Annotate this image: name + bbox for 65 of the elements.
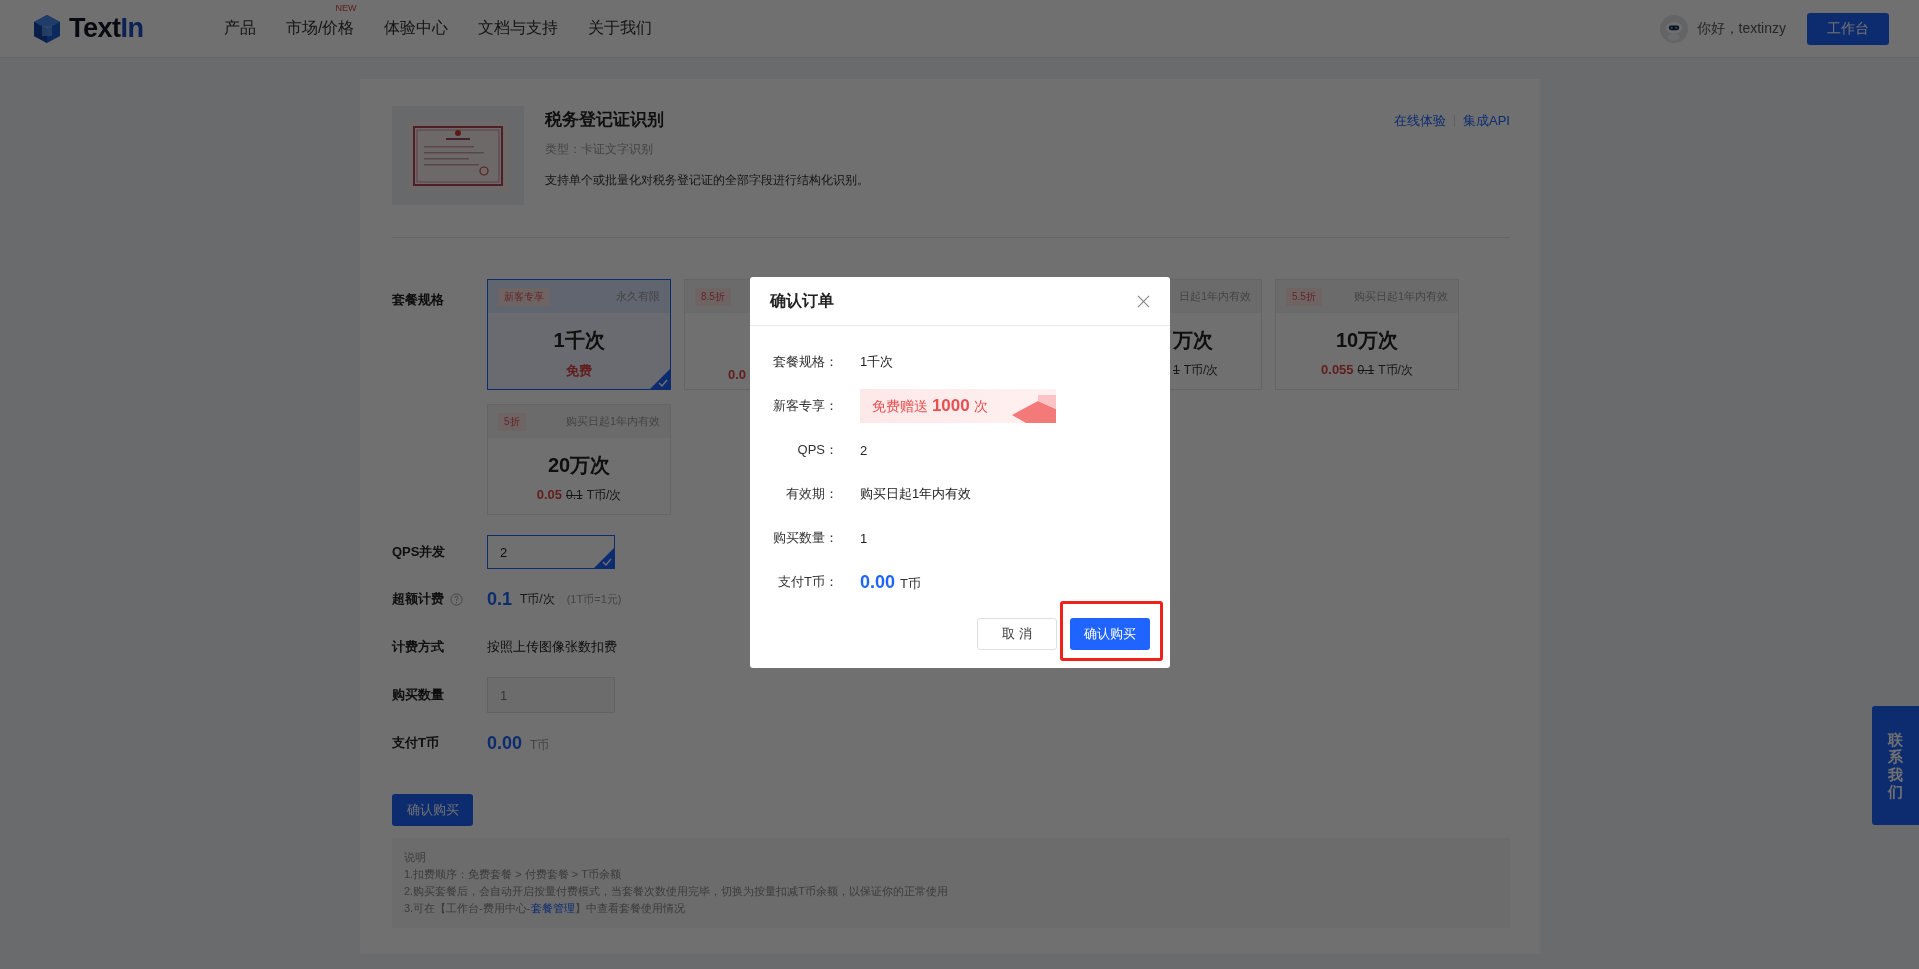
price-unit: T币/次: [1378, 362, 1413, 379]
price-unit: T币/次: [586, 487, 622, 504]
qps-option[interactable]: 2: [487, 535, 615, 569]
package-price: 0.055: [1321, 362, 1354, 377]
nav-link[interactable]: 体验中心: [384, 19, 449, 36]
field-label: 支付T币: [392, 734, 440, 752]
free-gift-banner: 免费赠送 1000 次: [860, 389, 1056, 423]
field-label: 超额计费: [392, 590, 444, 608]
order-label: 新客专享：: [772, 397, 838, 415]
package-name: 20万次: [546, 453, 612, 478]
field-label: 套餐规格: [392, 291, 445, 309]
nav-link[interactable]: 市场/价格: [286, 19, 355, 36]
confirm-purchase-button[interactable]: 确认购买: [1070, 618, 1150, 650]
field-label: QPS并发: [392, 543, 447, 561]
original-price: 0.1: [565, 488, 583, 502]
cube-logo-icon[interactable]: [33, 13, 61, 44]
confirm-purchase-button[interactable]: 确认购买: [392, 794, 473, 826]
field-label: 计费方式: [392, 638, 445, 656]
package-price: 0.0: [728, 367, 747, 382]
contact-us-tab[interactable]: 联系我们: [1872, 706, 1919, 825]
robot-avatar-icon[interactable]: [1659, 14, 1688, 43]
original-price: 0.1: [1357, 363, 1375, 377]
payment-amount: 0.00: [860, 571, 896, 593]
order-label: 有效期：: [785, 485, 838, 503]
order-value: 购买日起1年内有效: [860, 485, 972, 503]
order-value: 2: [860, 442, 868, 458]
user-greeting: 你好，textinzy: [1696, 19, 1786, 38]
order-label: QPS：: [796, 441, 838, 459]
nav-link[interactable]: 关于我们: [588, 19, 653, 36]
package-price: 0.05: [536, 487, 562, 502]
close-icon[interactable]: [1137, 294, 1150, 308]
order-label: 购买数量：: [772, 529, 838, 547]
field-label: 购买数量: [392, 686, 445, 704]
product-description: 支持单个或批量化对税务登记证的全部字段进行结构化识别。: [545, 172, 870, 189]
package-name: 10万次: [1334, 328, 1400, 353]
product-link[interactable]: 集成API: [1463, 112, 1510, 130]
discount-tag: 5.5折: [1286, 287, 1322, 306]
payment-amount: 0.00: [487, 732, 523, 754]
logo-wordmark[interactable]: TextIn: [69, 13, 144, 44]
price-unit: T币/次: [1183, 362, 1219, 379]
product-link[interactable]: 在线体验: [1394, 112, 1447, 130]
nav-link[interactable]: 产品: [224, 19, 256, 36]
package-price: 免费: [566, 362, 592, 380]
billing-method: 按照上传图像张数扣费: [487, 638, 617, 656]
package-name: 万次: [1172, 328, 1214, 353]
selected-check-icon: [594, 548, 614, 568]
package-name: 1千次: [552, 328, 606, 353]
cancel-button[interactable]: 取 消: [977, 618, 1057, 650]
discount-tag: 5折: [498, 412, 526, 431]
new-label: NEW: [335, 3, 357, 13]
package-management-link[interactable]: 套餐管理: [530, 902, 575, 914]
overage-price: 0.1: [487, 588, 513, 610]
currency-unit: T币: [900, 574, 921, 593]
order-label: 套餐规格：: [772, 353, 838, 371]
nav-link[interactable]: 文档与支持: [478, 19, 559, 36]
dialog-title: 确认订单: [770, 290, 834, 311]
order-label: 支付T币：: [777, 573, 838, 591]
order-value: 1千次: [860, 353, 894, 371]
order-value: 1: [860, 530, 868, 546]
selected-check-icon: [650, 369, 670, 389]
discount-tag: 8.5折: [695, 287, 731, 306]
original-price: 1: [1173, 363, 1180, 377]
workspace-button[interactable]: 工作台: [1807, 12, 1889, 45]
product-title: 税务登记证识别: [545, 109, 665, 131]
price-unit: T币/次: [520, 590, 555, 608]
